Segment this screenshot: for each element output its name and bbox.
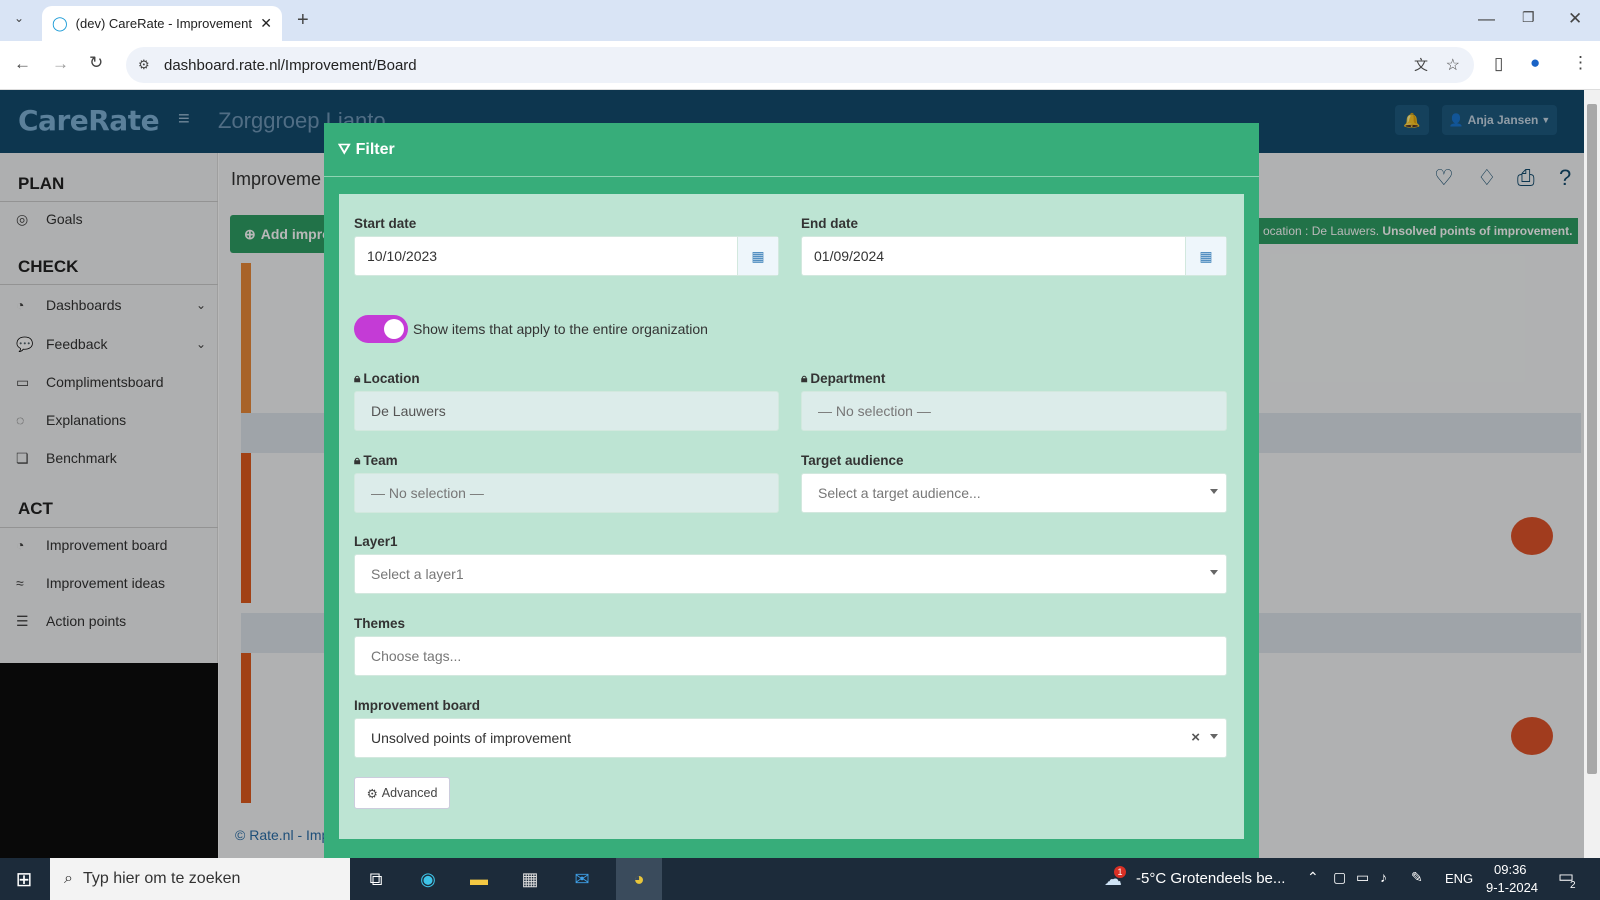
pen-icon[interactable]: ✎ bbox=[1411, 869, 1423, 886]
end-date-label: End date bbox=[801, 216, 859, 231]
url-field[interactable]: ⚙ dashboard.rate.nl/Improvement/Board 文 … bbox=[126, 47, 1474, 83]
lock-icon: 🔒︎ bbox=[354, 371, 361, 385]
profile-icon[interactable]: ● bbox=[1530, 54, 1540, 71]
cogs-icon: ⚙ bbox=[366, 786, 378, 801]
language-indicator[interactable]: ENG bbox=[1445, 871, 1473, 886]
organization-toggle[interactable] bbox=[354, 315, 408, 343]
filter-modal: ⛛ Filter Start date 10/10/2023 ▦ End dat… bbox=[324, 123, 1259, 858]
page-scrollbar[interactable] bbox=[1584, 90, 1600, 858]
clock-date[interactable]: 9-1-2024 bbox=[1486, 880, 1538, 895]
tab-close-icon[interactable]: ✕ bbox=[260, 15, 272, 32]
site-info-icon[interactable]: ⚙ bbox=[138, 57, 150, 73]
layer1-select[interactable]: Select a layer1 bbox=[354, 554, 1227, 594]
location-field: De Lauwers bbox=[354, 391, 779, 431]
store-icon[interactable]: ▦ bbox=[514, 864, 546, 894]
start-date-value: 10/10/2023 bbox=[367, 248, 438, 264]
tray-device-icon[interactable]: ▢ bbox=[1333, 869, 1346, 886]
clear-icon[interactable]: × bbox=[1191, 729, 1200, 746]
layer1-placeholder: Select a layer1 bbox=[371, 566, 464, 582]
back-icon[interactable]: ← bbox=[14, 55, 31, 72]
favicon-icon: ◯ bbox=[52, 15, 68, 31]
location-label: 🔒︎ Location bbox=[354, 371, 420, 386]
network-icon[interactable]: ▭ bbox=[1356, 869, 1369, 886]
target-audience-select[interactable]: Select a target audience... bbox=[801, 473, 1227, 513]
caret-down-icon bbox=[1210, 489, 1218, 494]
clock-time[interactable]: 09:36 bbox=[1494, 862, 1527, 877]
location-label-text: Location bbox=[363, 371, 420, 386]
modal-body: Start date 10/10/2023 ▦ End date 01/09/2… bbox=[339, 194, 1244, 839]
address-bar-row: ← → ↻ ⚙ dashboard.rate.nl/Improvement/Bo… bbox=[0, 41, 1600, 90]
new-tab-icon[interactable]: + bbox=[297, 10, 309, 30]
advanced-button[interactable]: ⚙ Advanced bbox=[354, 777, 450, 809]
reload-icon[interactable]: ↻ bbox=[89, 54, 103, 71]
file-explorer-icon[interactable]: ▬ bbox=[463, 864, 495, 894]
mail-icon[interactable]: ✉ bbox=[566, 864, 598, 894]
improvement-board-select[interactable]: Unsolved points of improvement × bbox=[354, 718, 1227, 758]
windows-start-icon[interactable]: ⊞ bbox=[8, 864, 40, 894]
department-field: — No selection — bbox=[801, 391, 1227, 431]
caret-down-icon bbox=[1210, 570, 1218, 575]
end-date-value: 01/09/2024 bbox=[814, 248, 885, 264]
window-close-icon[interactable]: ✕ bbox=[1568, 10, 1582, 27]
minimize-icon[interactable]: — bbox=[1478, 10, 1495, 27]
layer1-label: Layer1 bbox=[354, 534, 398, 549]
department-value: — No selection — bbox=[818, 403, 931, 419]
volume-icon[interactable]: ♪ bbox=[1380, 869, 1387, 885]
lock-icon: 🔒︎ bbox=[801, 371, 808, 385]
url-text: dashboard.rate.nl/Improvement/Board bbox=[164, 56, 417, 74]
filter-icon: ⛛ bbox=[338, 141, 351, 158]
menu-dots-icon[interactable]: ⋮ bbox=[1572, 54, 1589, 71]
location-value: De Lauwers bbox=[371, 403, 446, 419]
scrollbar-thumb[interactable] bbox=[1587, 104, 1597, 774]
lock-icon: 🔒︎ bbox=[354, 453, 361, 467]
tab-list-icon[interactable]: ⌄ bbox=[14, 12, 24, 24]
edge-icon[interactable]: ◉ bbox=[412, 864, 444, 894]
improvement-board-label: Improvement board bbox=[354, 698, 481, 713]
weather-text[interactable]: -5°C Grotendeels be... bbox=[1136, 870, 1285, 887]
chrome-icon[interactable]: ◕ bbox=[616, 858, 662, 900]
side-panel-icon[interactable]: ▯ bbox=[1494, 55, 1503, 72]
taskbar-search[interactable]: ⌕ Typ hier om te zoeken bbox=[50, 858, 350, 900]
calendar-icon: ▦ bbox=[1199, 247, 1213, 264]
advanced-label: Advanced bbox=[381, 786, 438, 800]
translate-icon[interactable]: 文 bbox=[1414, 55, 1428, 75]
themes-tag-input[interactable]: Choose tags... bbox=[354, 636, 1227, 676]
department-label-text: Department bbox=[810, 371, 886, 386]
tab-title: (dev) CareRate - Improvement bbox=[75, 16, 252, 31]
restore-icon[interactable]: ❐ bbox=[1522, 10, 1535, 24]
themes-placeholder: Choose tags... bbox=[371, 648, 462, 664]
modal-title: Filter bbox=[355, 140, 395, 158]
calendar-icon: ▦ bbox=[751, 247, 765, 264]
themes-label: Themes bbox=[354, 616, 406, 631]
target-audience-label: Target audience bbox=[801, 453, 904, 468]
browser-tab-bar: ⌄ ◯ (dev) CareRate - Improvement ✕ + — ❐… bbox=[0, 0, 1600, 41]
end-date-calendar-button[interactable]: ▦ bbox=[1185, 237, 1226, 275]
improvement-board-value: Unsolved points of improvement bbox=[371, 730, 571, 746]
team-value: — No selection — bbox=[371, 485, 484, 501]
start-date-calendar-button[interactable]: ▦ bbox=[737, 237, 778, 275]
team-label-text: Team bbox=[363, 453, 398, 468]
search-icon: ⌕ bbox=[64, 870, 73, 887]
start-date-label: Start date bbox=[354, 216, 417, 231]
modal-header: ⛛ Filter bbox=[324, 123, 1259, 177]
taskbar-search-placeholder: Typ hier om te zoeken bbox=[82, 870, 241, 887]
toggle-label: Show items that apply to the entire orga… bbox=[413, 321, 708, 337]
toggle-knob bbox=[384, 319, 404, 339]
weather-badge: 1 bbox=[1114, 866, 1126, 878]
caret-down-icon bbox=[1210, 734, 1218, 739]
team-label: 🔒︎ Team bbox=[354, 453, 398, 468]
forward-icon[interactable]: → bbox=[52, 55, 69, 72]
tray-chevron-icon[interactable]: ⌃ bbox=[1307, 869, 1319, 886]
target-audience-placeholder: Select a target audience... bbox=[818, 485, 981, 501]
start-date-field[interactable]: 10/10/2023 ▦ bbox=[354, 236, 779, 276]
team-field: — No selection — bbox=[354, 473, 779, 513]
task-view-icon[interactable]: ⧉ bbox=[360, 864, 392, 894]
browser-tab[interactable]: ◯ (dev) CareRate - Improvement ✕ bbox=[42, 6, 282, 41]
department-label: 🔒︎ Department bbox=[801, 371, 885, 386]
bookmark-star-icon[interactable]: ☆ bbox=[1446, 55, 1460, 75]
taskbar: ⊞ ⌕ Typ hier om te zoeken ⧉ ◉ ▬ ▦ ✉ ◕ ☁ … bbox=[0, 858, 1600, 900]
notification-count: 2 bbox=[1570, 880, 1576, 891]
end-date-field[interactable]: 01/09/2024 ▦ bbox=[801, 236, 1227, 276]
